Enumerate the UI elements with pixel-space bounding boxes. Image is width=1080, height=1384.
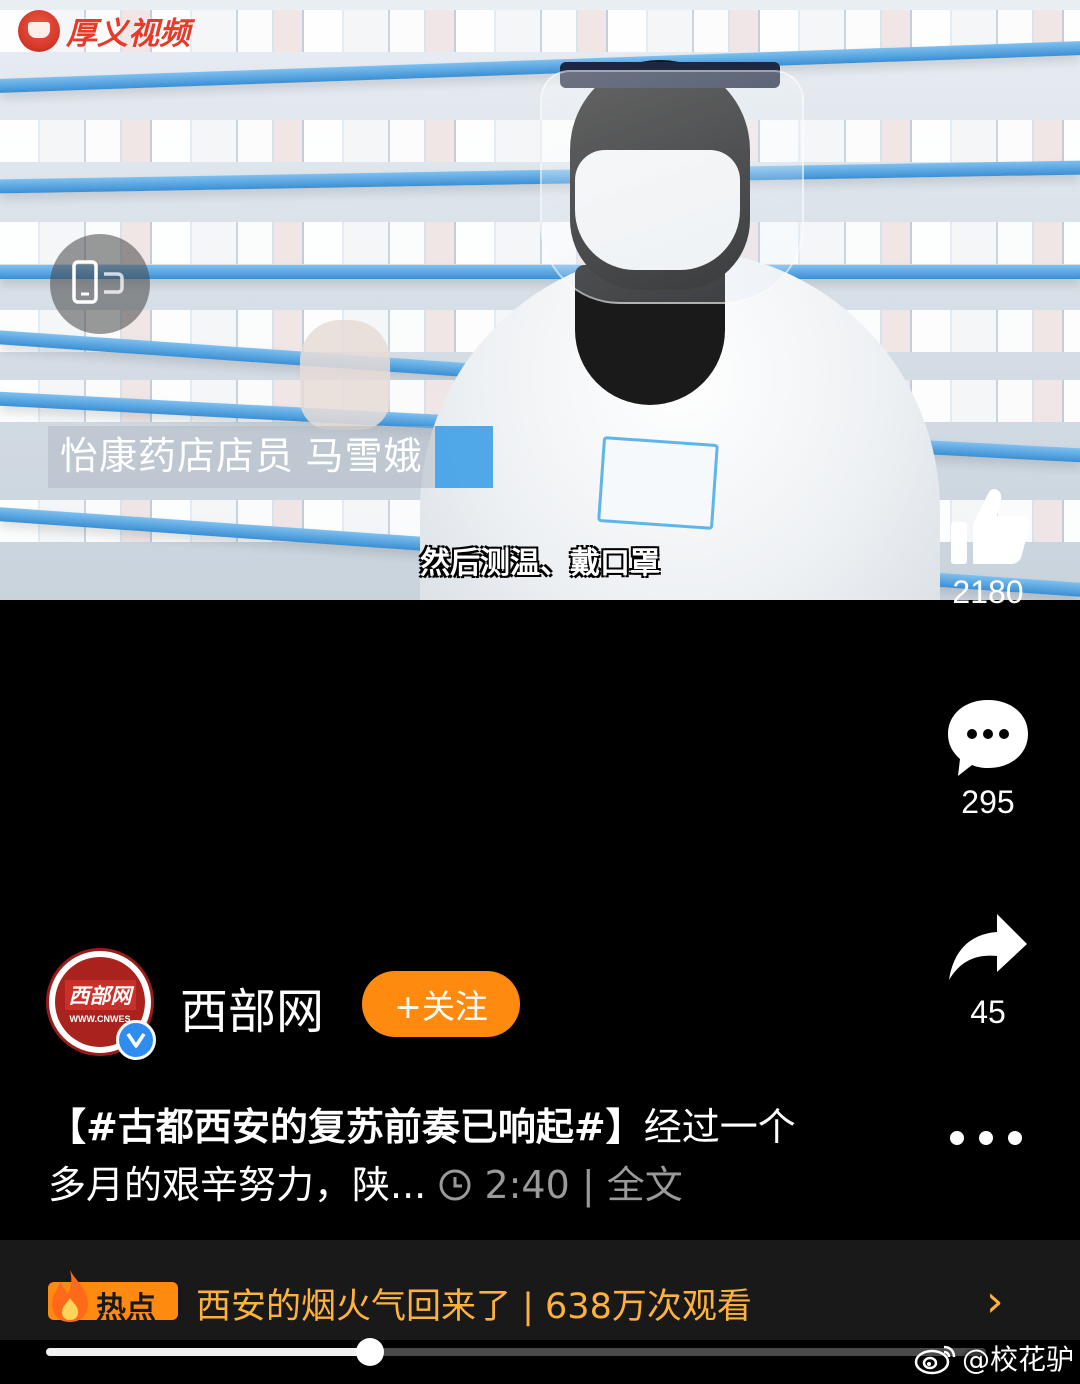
weibo-icon: [914, 1345, 956, 1375]
more-icon[interactable]: [950, 1120, 1022, 1156]
author-name[interactable]: 西部网: [180, 972, 324, 1042]
more-dot: [1008, 1131, 1022, 1145]
share-action[interactable]: 45: [928, 910, 1048, 1031]
lower-third: 怡康药店店员 马雪娥: [48, 426, 493, 488]
avatar-logo-text: 西部网: [64, 980, 136, 1010]
weibo-watermark: @校花驴: [914, 1338, 1074, 1378]
comment-action[interactable]: 295: [928, 696, 1048, 821]
clock-icon: [439, 1169, 471, 1201]
post-caption: 【#古都西安的复苏前奏已响起#】经过一个多月的艰辛努力，陕... 2:40 | …: [48, 1098, 828, 1214]
follow-button[interactable]: +关注: [362, 971, 520, 1037]
watermark-text: @校花驴: [962, 1343, 1075, 1376]
lower-third-text: 怡康药店店员 马雪娥: [48, 426, 435, 488]
more-dot: [950, 1131, 964, 1145]
progress-handle[interactable]: [356, 1338, 385, 1366]
shelf: [0, 265, 1080, 279]
channel-logo-icon: [18, 9, 60, 52]
flame-icon: [52, 1270, 88, 1322]
lower-third-accent: [434, 426, 493, 488]
channel-logo-text: 厚义视频: [66, 16, 190, 52]
full-text-link[interactable]: 全文: [607, 1163, 683, 1207]
avatar-logo-subtext: WWW.CNWES: [69, 1014, 131, 1024]
like-action[interactable]: 2180: [928, 484, 1048, 611]
video-duration: 2:40: [438, 1163, 582, 1207]
channel-logo: 厚义视频: [18, 8, 190, 53]
video-subtitle: 然后测温、戴口罩: [420, 546, 660, 581]
rotate-screen-icon: [72, 260, 124, 304]
more-dot: [979, 1131, 993, 1145]
comment-icon: [948, 700, 1028, 776]
gloved-hand: [300, 320, 390, 430]
like-count: 2180: [952, 574, 1024, 610]
name-badge: [597, 436, 719, 530]
progress-fill: [46, 1348, 371, 1356]
hot-topic-text[interactable]: 西安的烟火气回来了 | 638万次观看: [196, 1278, 752, 1329]
share-count: 45: [970, 994, 1006, 1030]
rotate-screen-button[interactable]: [50, 234, 150, 334]
verified-icon: [116, 1020, 156, 1060]
chevron-right-icon[interactable]: ›: [986, 1276, 1004, 1327]
caption-hashtag[interactable]: 【#古都西安的复苏前奏已响起#】: [48, 1105, 644, 1149]
hot-badge-text: 热点: [96, 1291, 156, 1326]
progress-bar[interactable]: [46, 1348, 986, 1356]
thumbs-up-icon: [951, 489, 1030, 564]
caption-separator: |: [581, 1163, 595, 1207]
share-icon: [949, 914, 1027, 980]
comment-count: 295: [961, 784, 1015, 820]
video-player[interactable]: 厚义视频 怡康药店店员 马雪娥 然后测温、戴口罩: [0, 0, 1080, 600]
face-shield: [540, 70, 804, 304]
verified-check-icon: [126, 1033, 146, 1048]
duration-text: 2:40: [484, 1163, 570, 1207]
